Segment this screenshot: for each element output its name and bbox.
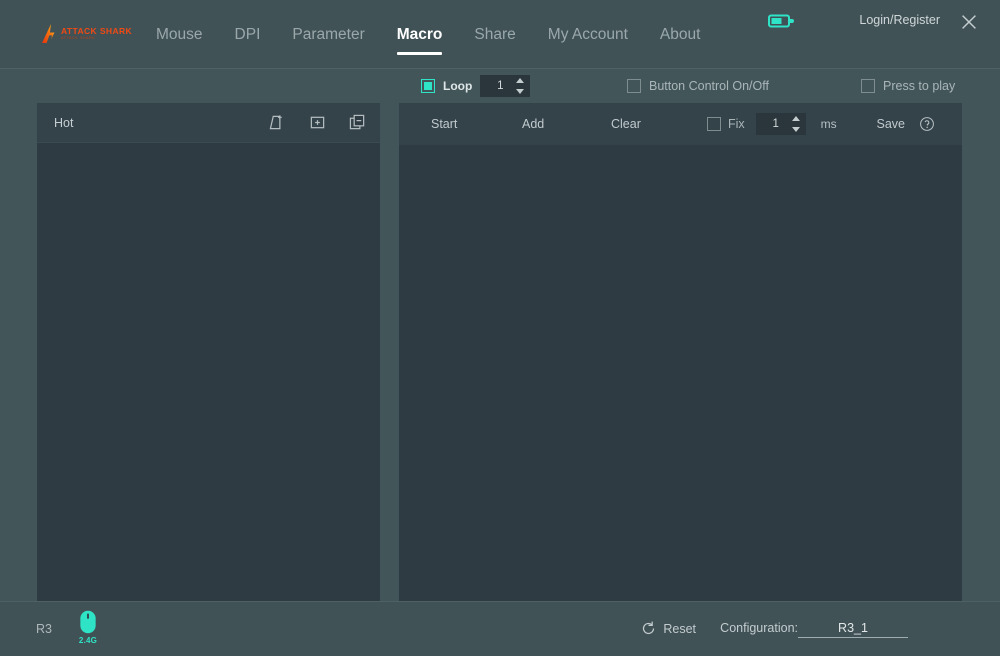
connected-device[interactable]: 2.4G: [76, 609, 100, 645]
fix-value-stepper[interactable]: 1: [756, 113, 806, 135]
fix-label: Fix: [728, 117, 745, 131]
logo-subtext: ATTACK SHARK: [61, 36, 132, 41]
fix-unit-label: ms: [821, 117, 837, 131]
logo-wordmark: ATTACK SHARK: [61, 27, 132, 36]
macro-editor-toolbar: Start Add Clear Fix 1 ms Save: [399, 103, 962, 145]
button-control-option[interactable]: Button Control On/Off: [627, 79, 769, 93]
macro-list-actions: [268, 114, 366, 132]
macro-steps-list[interactable]: [399, 145, 962, 643]
status-bar: R3 2.4G Reset Configuration: R3_1: [0, 601, 1000, 656]
fix-delay-group[interactable]: Fix 1 ms: [707, 113, 837, 135]
app-body: Hot: [0, 69, 1000, 601]
macro-group-title: Hot: [54, 116, 268, 130]
loop-option[interactable]: Loop 1: [421, 75, 530, 97]
press-to-play-label: Press to play: [883, 79, 955, 93]
button-control-checkbox[interactable]: [627, 79, 641, 93]
fix-decrement-icon[interactable]: [792, 127, 800, 132]
macro-list-body[interactable]: [37, 143, 380, 643]
macro-list-header: Hot: [37, 103, 380, 143]
nav-item-my-account[interactable]: My Account: [532, 0, 644, 69]
fix-increment-icon[interactable]: [792, 116, 800, 121]
fix-checkbox[interactable]: [707, 117, 721, 131]
nav-item-about[interactable]: About: [644, 0, 717, 69]
attack-shark-logo-icon: [38, 23, 60, 45]
nav-item-share[interactable]: Share: [458, 0, 531, 69]
button-control-label: Button Control On/Off: [649, 79, 769, 93]
nav-item-parameter[interactable]: Parameter: [276, 0, 380, 69]
loop-count-arrows[interactable]: [516, 78, 525, 94]
reset-label: Reset: [663, 622, 696, 636]
clear-button[interactable]: Clear: [611, 117, 641, 131]
add-button[interactable]: Add: [522, 117, 544, 131]
app-header: ATTACK SHARK ATTACK SHARK Mouse DPI Para…: [0, 0, 1000, 69]
macro-list-panel: Hot: [37, 103, 380, 643]
start-button[interactable]: Start: [431, 117, 457, 131]
configuration-input[interactable]: R3_1: [798, 621, 908, 638]
battery-icon: [768, 13, 794, 29]
loop-label: Loop: [443, 79, 472, 93]
macro-options-row: Loop 1 Button Control On/Off Press to pl…: [399, 69, 962, 103]
configuration-label: Configuration:: [720, 621, 798, 635]
mouse-icon: [79, 609, 97, 635]
macro-editor-panel: Start Add Clear Fix 1 ms Save: [399, 103, 962, 643]
duplicate-macro-icon[interactable]: [348, 114, 366, 132]
loop-decrement-icon[interactable]: [516, 89, 524, 94]
connection-mode-label: 2.4G: [79, 636, 97, 645]
main-nav: Mouse DPI Parameter Macro Share My Accou…: [140, 0, 716, 69]
nav-item-mouse[interactable]: Mouse: [140, 0, 219, 69]
device-id-label: R3: [36, 622, 52, 636]
loop-increment-icon[interactable]: [516, 78, 524, 83]
configuration-field: Configuration: R3_1: [720, 621, 908, 638]
press-to-play-checkbox[interactable]: [861, 79, 875, 93]
brand-logo: ATTACK SHARK ATTACK SHARK: [38, 22, 132, 46]
save-button[interactable]: Save: [877, 117, 906, 131]
close-icon[interactable]: [956, 9, 982, 35]
login-register-link[interactable]: Login/Register: [859, 13, 940, 27]
nav-item-dpi[interactable]: DPI: [219, 0, 277, 69]
app-window: ATTACK SHARK ATTACK SHARK Mouse DPI Para…: [0, 0, 1000, 656]
nav-item-macro[interactable]: Macro: [381, 0, 459, 69]
help-icon[interactable]: [919, 116, 935, 132]
loop-count-stepper[interactable]: 1: [480, 75, 530, 97]
reset-button[interactable]: Reset: [641, 621, 696, 636]
press-to-play-option[interactable]: Press to play: [861, 79, 955, 93]
add-folder-icon[interactable]: [308, 114, 326, 132]
refresh-icon: [641, 621, 656, 636]
new-macro-icon[interactable]: [268, 114, 286, 132]
loop-checkbox[interactable]: [421, 79, 435, 93]
fix-value-arrows[interactable]: [792, 116, 801, 132]
